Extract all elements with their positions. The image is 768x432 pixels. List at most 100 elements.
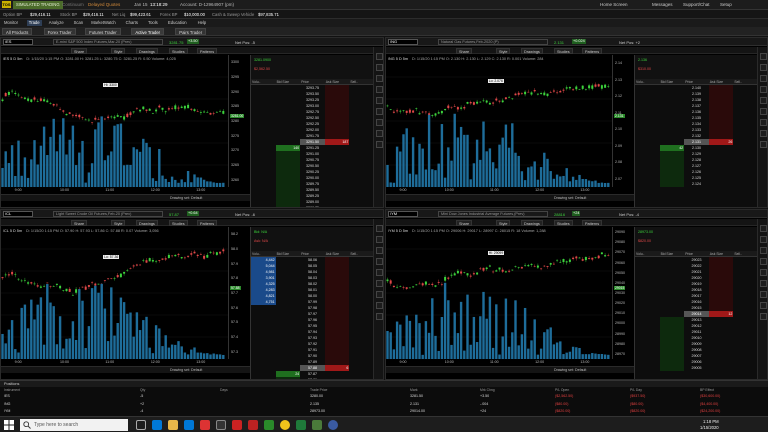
ladder-row[interactable]: 3288.75 [251, 205, 373, 207]
edge-icon[interactable] [152, 420, 162, 430]
app-icon-5[interactable] [328, 420, 338, 430]
position-inst[interactable]: /ES [4, 394, 10, 400]
bid-cell[interactable] [659, 181, 685, 187]
excel-icon[interactable] [296, 420, 306, 430]
chrome-icon[interactable] [280, 420, 290, 430]
studies-button[interactable]: Studies [554, 219, 573, 226]
studies-button[interactable]: Studies [169, 47, 188, 54]
patterns-button[interactable]: Patterns [582, 47, 603, 54]
app-icon-1[interactable] [216, 420, 226, 430]
menu-scan[interactable]: Scan [72, 20, 86, 26]
subtab-pairs-trader[interactable]: Pairs Trader [175, 28, 207, 35]
tool-icon[interactable] [760, 291, 767, 298]
ladder-row[interactable]: 2.124 [635, 181, 757, 187]
tool-icon[interactable] [376, 225, 383, 232]
file-explorer-icon[interactable] [168, 420, 178, 430]
symbol-input[interactable]: /YM [388, 211, 418, 217]
tool-icon[interactable] [376, 108, 383, 115]
style-button[interactable]: Style [111, 47, 126, 54]
tool-icon[interactable] [760, 108, 767, 115]
subtab-all-products[interactable]: All Products [2, 28, 33, 35]
candlestick-chart[interactable] [386, 227, 634, 373]
candlestick-chart[interactable] [1, 55, 250, 201]
bid-cell[interactable] [659, 365, 685, 371]
menu-monitor[interactable]: Monitor [2, 20, 20, 26]
subtab-futures-trader[interactable]: Futures Trader [85, 28, 121, 35]
tool-icon[interactable] [376, 291, 383, 298]
tool-icon[interactable] [760, 119, 767, 126]
subtab-active-trader[interactable]: Active Trader [131, 28, 165, 35]
position-inst[interactable]: /YM [4, 409, 10, 415]
mail-icon[interactable] [200, 420, 210, 430]
candlestick-chart[interactable] [1, 227, 250, 373]
patterns-button[interactable]: Patterns [197, 47, 218, 54]
tool-icon[interactable] [376, 236, 383, 243]
messages-button[interactable]: Messages [652, 2, 673, 7]
tool-icon[interactable] [376, 97, 383, 104]
tool-icon[interactable] [376, 75, 383, 82]
tool-icon[interactable] [760, 258, 767, 265]
symbol-input[interactable]: /NG [388, 39, 418, 45]
tool-icon[interactable] [760, 97, 767, 104]
tool-icon[interactable] [760, 64, 767, 71]
subtab-forex-trader[interactable]: Forex Trader [43, 28, 76, 35]
menu-charts[interactable]: Charts [124, 20, 140, 26]
tool-icon[interactable] [760, 313, 767, 320]
tool-icon[interactable] [376, 247, 383, 254]
thinkorswim-taskbar-icon[interactable] [312, 420, 322, 430]
app-icon-4[interactable] [264, 420, 274, 430]
symbol-input[interactable]: /ES [3, 39, 33, 45]
tool-icon[interactable] [376, 119, 383, 126]
style-button[interactable]: Style [496, 219, 511, 226]
patterns-button[interactable]: Patterns [582, 219, 603, 226]
tool-icon[interactable] [760, 269, 767, 276]
tool-icon[interactable] [760, 75, 767, 82]
tool-icon[interactable] [376, 86, 383, 93]
menu-marketwatch[interactable]: MarketWatch [89, 20, 118, 26]
tool-icon[interactable] [376, 258, 383, 265]
home-screen-button[interactable]: Home Screen [600, 2, 628, 7]
menu-trade[interactable]: Trade [26, 20, 42, 26]
tool-icon[interactable] [376, 141, 383, 148]
tool-icon[interactable] [760, 280, 767, 287]
style-button[interactable]: Style [496, 47, 511, 54]
app-icon-2[interactable] [232, 420, 242, 430]
tool-icon[interactable] [376, 64, 383, 71]
style-button[interactable]: Style [111, 219, 126, 226]
setup-button[interactable]: Setup [720, 2, 732, 7]
tool-icon[interactable] [376, 269, 383, 276]
tool-icon[interactable] [760, 141, 767, 148]
support-button[interactable]: Support/Chat [683, 2, 710, 7]
share-button[interactable]: Share [71, 47, 88, 54]
symbol-input[interactable]: /CL [3, 211, 33, 217]
tool-icon[interactable] [376, 280, 383, 287]
tool-icon[interactable] [760, 130, 767, 137]
tool-icon[interactable] [760, 302, 767, 309]
share-button[interactable]: Share [71, 219, 88, 226]
tool-icon[interactable] [760, 236, 767, 243]
drawings-button[interactable]: Drawings [136, 219, 158, 226]
account-label[interactable]: Account: D-12964907 (pm) [180, 2, 234, 7]
ladder-row[interactable]: 29005 [635, 365, 757, 371]
menu-analyze[interactable]: Analyze [47, 20, 66, 26]
patterns-button[interactable]: Patterns [197, 219, 218, 226]
tool-icon[interactable] [760, 247, 767, 254]
app-icon-3[interactable] [248, 420, 258, 430]
drawings-button[interactable]: Drawings [521, 47, 543, 54]
task-view-icon[interactable] [136, 420, 146, 430]
studies-button[interactable]: Studies [554, 47, 573, 54]
menu-help[interactable]: Help [196, 20, 209, 26]
studies-button[interactable]: Studies [169, 219, 188, 226]
tool-icon[interactable] [376, 302, 383, 309]
drawings-button[interactable]: Drawings [136, 47, 158, 54]
store-icon[interactable] [184, 420, 194, 430]
position-inst[interactable]: /NG [4, 402, 10, 408]
share-button[interactable]: Share [456, 219, 473, 226]
tool-icon[interactable] [760, 86, 767, 93]
drawings-button[interactable]: Drawings [521, 219, 543, 226]
tool-icon[interactable] [376, 313, 383, 320]
menu-tools[interactable]: Tools [146, 20, 160, 26]
tool-icon[interactable] [760, 53, 767, 60]
bid-cell[interactable] [275, 205, 301, 207]
share-button[interactable]: Share [456, 47, 473, 54]
